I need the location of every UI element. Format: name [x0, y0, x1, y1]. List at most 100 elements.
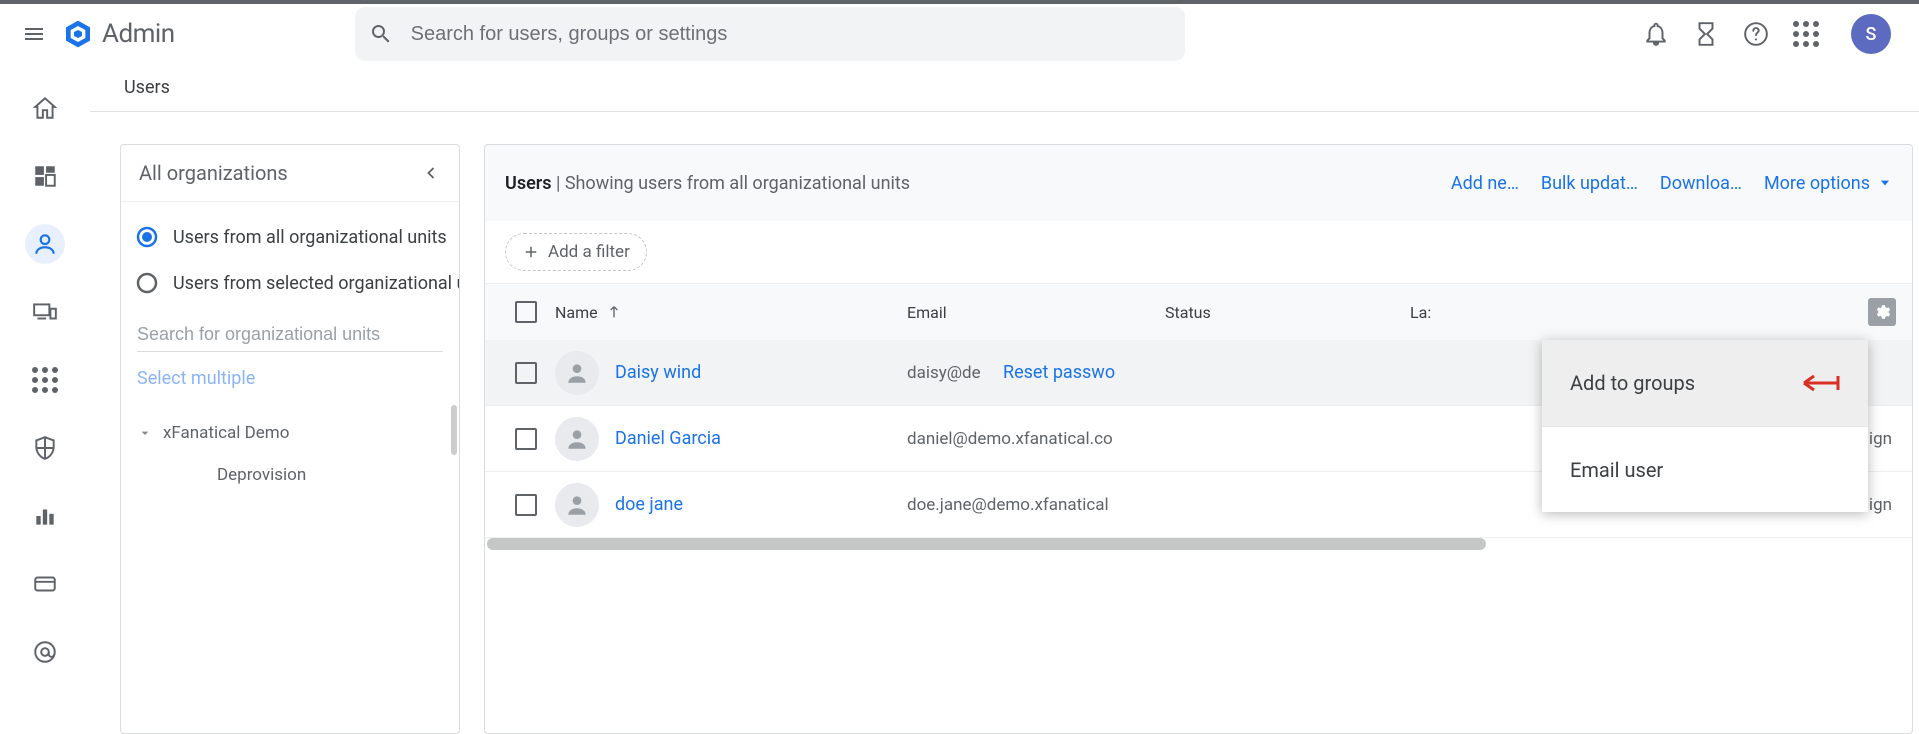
tree-root-node[interactable]: xFanatical Demo	[137, 413, 459, 453]
th-status[interactable]: Status	[1165, 303, 1410, 322]
nav-home[interactable]	[25, 88, 65, 128]
product-logo[interactable]: Admin	[62, 18, 175, 50]
row-name[interactable]: Daniel Garcia	[615, 428, 907, 449]
bell-icon	[1643, 21, 1669, 47]
filter-row: Add a filter	[485, 221, 1912, 284]
menu-add-to-groups[interactable]: Add to groups	[1542, 340, 1868, 426]
header-actions: S	[1641, 14, 1909, 54]
nav-reports[interactable]	[25, 496, 65, 536]
th-name[interactable]: Name	[555, 303, 907, 322]
nav-devices[interactable]	[25, 292, 65, 332]
add-user-link[interactable]: Add ne…	[1451, 173, 1519, 194]
row-email: daniel@demo.xfanatical.co	[907, 429, 1165, 449]
dropdown-icon	[1878, 176, 1892, 190]
menu-email-user-label: Email user	[1570, 458, 1663, 482]
nav-users[interactable]	[25, 224, 65, 264]
more-options-link[interactable]: More options	[1764, 173, 1892, 194]
account-avatar[interactable]: S	[1851, 14, 1891, 54]
download-link[interactable]: Downloa…	[1660, 173, 1742, 194]
select-all-checkbox[interactable]	[515, 301, 537, 323]
menu-email-user[interactable]: Email user	[1542, 426, 1868, 512]
ou-search-input[interactable]	[137, 324, 443, 345]
users-toolbar: Users | Showing users from all organizat…	[485, 145, 1912, 221]
devices-icon	[32, 299, 58, 325]
reset-password-link[interactable]: Reset passwo	[1003, 362, 1115, 383]
search-bar[interactable]	[355, 7, 1185, 61]
radio-all-ous[interactable]: Users from all organizational units	[135, 214, 459, 260]
row-email: daisy@de	[907, 363, 1003, 383]
nav-security[interactable]	[25, 428, 65, 468]
ou-panel-header: All organizations	[121, 145, 459, 202]
hamburger-menu[interactable]	[10, 10, 58, 58]
chevron-down-icon	[137, 425, 153, 441]
add-filter-label: Add a filter	[548, 242, 630, 262]
th-email[interactable]: Email	[907, 303, 1165, 322]
th-name-label: Name	[555, 303, 598, 322]
users-title-rest: | Showing users from all organizational …	[552, 173, 911, 194]
collapse-icon[interactable]	[421, 163, 441, 183]
menu-add-to-groups-label: Add to groups	[1570, 371, 1695, 395]
tasks-button[interactable]	[1691, 19, 1721, 49]
page-title: Users	[124, 77, 170, 98]
select-multiple-link[interactable]: Select multiple	[121, 360, 459, 409]
radio-checked-icon	[135, 225, 159, 249]
more-options-label: More options	[1764, 173, 1870, 194]
shield-icon	[32, 435, 58, 461]
person-icon	[564, 426, 590, 452]
layout: Users All organizations Users from all o…	[0, 64, 1919, 734]
apps-grid-icon	[1793, 21, 1819, 47]
plus-icon	[522, 243, 540, 261]
row-name[interactable]: doe jane	[615, 494, 907, 515]
panels: All organizations Users from all organiz…	[90, 112, 1919, 734]
org-unit-panel: All organizations Users from all organiz…	[120, 144, 460, 734]
radio-all-label: Users from all organizational units	[173, 227, 447, 248]
annotation-arrow	[1802, 371, 1848, 395]
hourglass-icon	[1693, 21, 1719, 47]
horizontal-scrollbar[interactable]	[485, 538, 1912, 552]
row-context-menu: Add to groups Email user	[1542, 340, 1868, 512]
radio-unchecked-icon	[135, 271, 159, 295]
column-settings[interactable]	[1868, 298, 1896, 326]
credit-card-icon	[32, 571, 58, 597]
row-checkbox-cell	[515, 494, 555, 516]
add-filter-button[interactable]: Add a filter	[505, 233, 647, 271]
header: Admin S	[0, 0, 1919, 64]
search-icon	[369, 22, 393, 46]
nav-billing[interactable]	[25, 564, 65, 604]
help-icon	[1743, 21, 1769, 47]
at-icon	[32, 639, 58, 665]
radio-selected-label: Users from selected organizational units	[173, 273, 459, 294]
row-email: doe.jane@demo.xfanatical	[907, 495, 1165, 515]
apps-button[interactable]	[1791, 19, 1821, 49]
admin-logo-icon	[62, 18, 94, 50]
row-avatar	[555, 483, 615, 527]
help-button[interactable]	[1741, 19, 1771, 49]
tree-child-label: Deprovision	[217, 465, 306, 485]
users-toolbar-actions: Add ne… Bulk updat… Downloa… More option…	[1451, 173, 1892, 194]
row-avatar	[555, 351, 615, 395]
tree-child-deprovision[interactable]: Deprovision	[137, 453, 459, 497]
nav-dashboard[interactable]	[25, 156, 65, 196]
notifications-button[interactable]	[1641, 19, 1671, 49]
row-checkbox-cell	[515, 362, 555, 384]
nav-account[interactable]	[25, 632, 65, 672]
bulk-update-link[interactable]: Bulk updat…	[1541, 173, 1638, 194]
row-checkbox[interactable]	[515, 494, 537, 516]
product-name: Admin	[102, 19, 175, 49]
nav-apps[interactable]	[25, 360, 65, 400]
radio-selected-ous[interactable]: Users from selected organizational units	[135, 260, 459, 306]
person-icon	[564, 360, 590, 386]
row-avatar	[555, 417, 615, 461]
ou-scrollbar[interactable]	[451, 405, 457, 455]
th-last-signin[interactable]: La:	[1410, 303, 1470, 322]
row-name[interactable]: Daisy wind	[615, 362, 907, 383]
row-checkbox[interactable]	[515, 362, 537, 384]
th-checkbox	[515, 301, 555, 323]
row-checkbox[interactable]	[515, 428, 537, 450]
users-panel: Users | Showing users from all organizat…	[484, 144, 1913, 734]
ou-panel-title: All organizations	[139, 161, 288, 185]
users-title-prefix: Users	[505, 173, 552, 194]
hamburger-icon	[22, 22, 46, 46]
search-input[interactable]	[411, 23, 1171, 46]
row-checkbox-cell	[515, 428, 555, 450]
